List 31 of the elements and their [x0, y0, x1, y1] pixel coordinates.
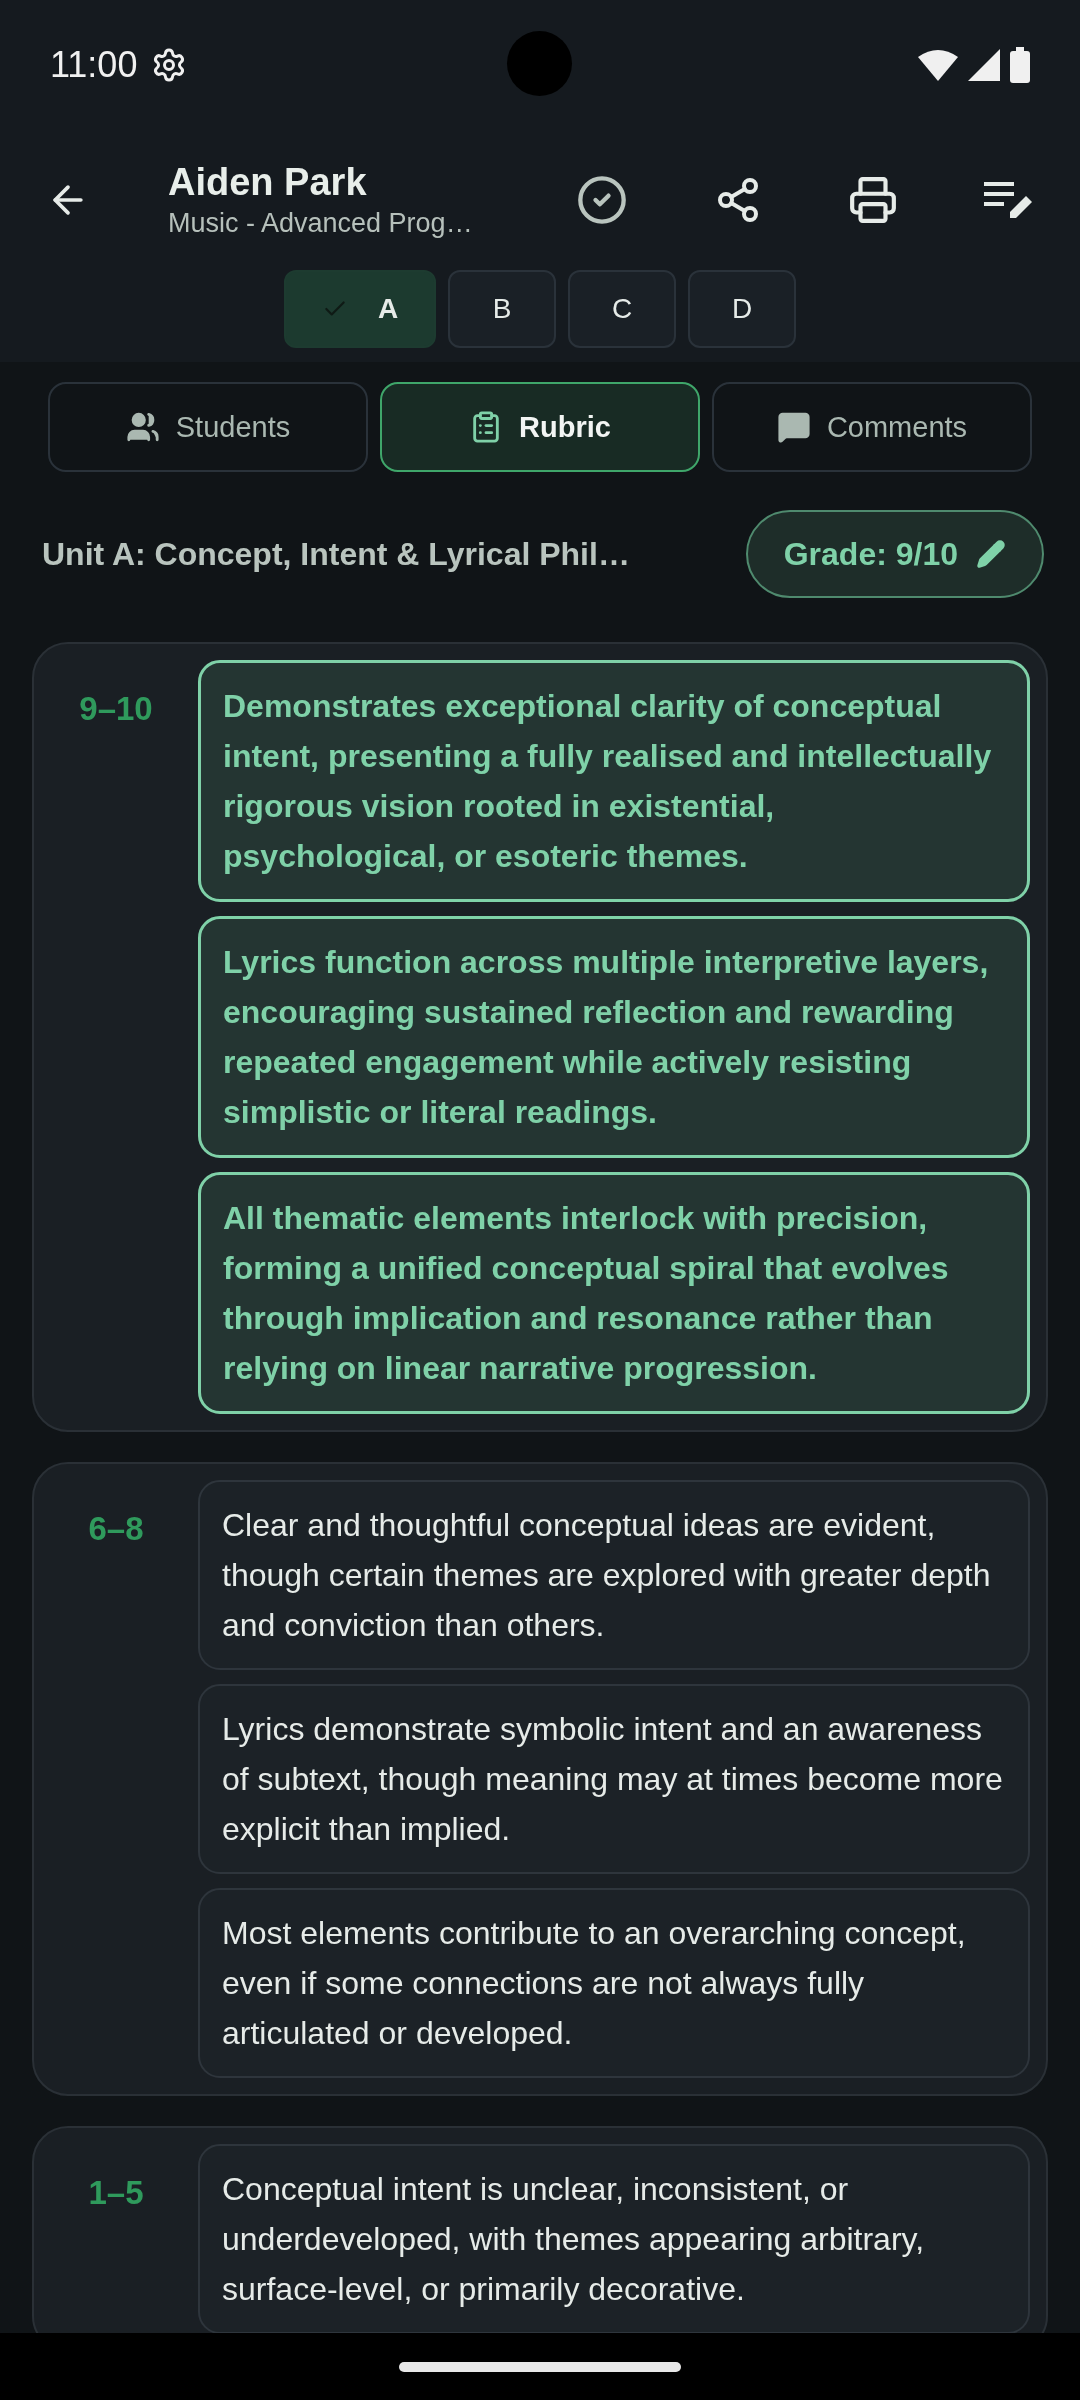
grade-button[interactable]: Grade: 9/10 [745, 510, 1044, 598]
battery-icon [1010, 47, 1030, 83]
people-icon [125, 410, 160, 444]
score-range: 1–5 [87, 2173, 145, 2213]
student-name: Aiden Park [168, 161, 368, 204]
segment-button[interactable]: B [448, 270, 556, 348]
tab[interactable]: Rubric [380, 382, 700, 472]
unit-title: Unit A: Concept, Intent & Lyrical Phil… [42, 535, 630, 573]
status-time: 11:00 [50, 44, 138, 86]
segment-button[interactable]: A [284, 270, 436, 348]
descriptor-option[interactable]: All thematic elements interlock with precision, forming a unified conceptual spiral that evolves through implication and resonance rather than relying on linear narrative progression. [198, 1172, 1030, 1414]
descriptor-option[interactable]: Most elements contribute to an overarching concept, even if some connections are not always fully articulated or developed. [198, 1888, 1030, 2078]
comment-icon [776, 410, 811, 444]
descriptor-option[interactable]: Lyrics function across multiple interpretive layers, encouraging sustained reflection and rewarding repeated engagement while actively resisting simplistic or literal readings. [198, 916, 1030, 1158]
printer-icon [848, 175, 898, 225]
score-range: 6–8 [87, 1509, 145, 1549]
segment-button[interactable]: C [568, 270, 676, 348]
tab[interactable]: Students [48, 382, 368, 472]
tab[interactable]: Comments [712, 382, 1032, 472]
check-circle-icon [576, 174, 628, 226]
course-subtitle: Music - Advanced Prog… [168, 208, 474, 239]
descriptor-option[interactable]: Demonstrates exceptional clarity of conceptual intent, presenting a fully realised and intellectually rigorous vision rooted in existential, psychological, or esoteric themes. [198, 660, 1030, 902]
wifi-icon [918, 49, 958, 81]
descriptor-option[interactable]: Clear and thoughtful conceptual ideas are evident, though certain themes are explored with greater depth and conviction than others. [198, 1480, 1030, 1670]
signal-icon [968, 49, 1000, 81]
segment-button[interactable]: D [688, 270, 796, 348]
score-range: 9–10 [78, 689, 154, 729]
descriptor-option[interactable]: Lyrics demonstrate symbolic intent and an awareness of subtext, though meaning may at times become more explicit than implied. [198, 1684, 1030, 1874]
pencil-icon [976, 539, 1006, 569]
descriptor-option[interactable]: Conceptual intent is unclear, inconsistent, or underdeveloped, with themes appearing arbitrary, surface-level, or primarily decorative. [198, 2144, 1030, 2333]
home-indicator[interactable] [399, 2361, 681, 2372]
